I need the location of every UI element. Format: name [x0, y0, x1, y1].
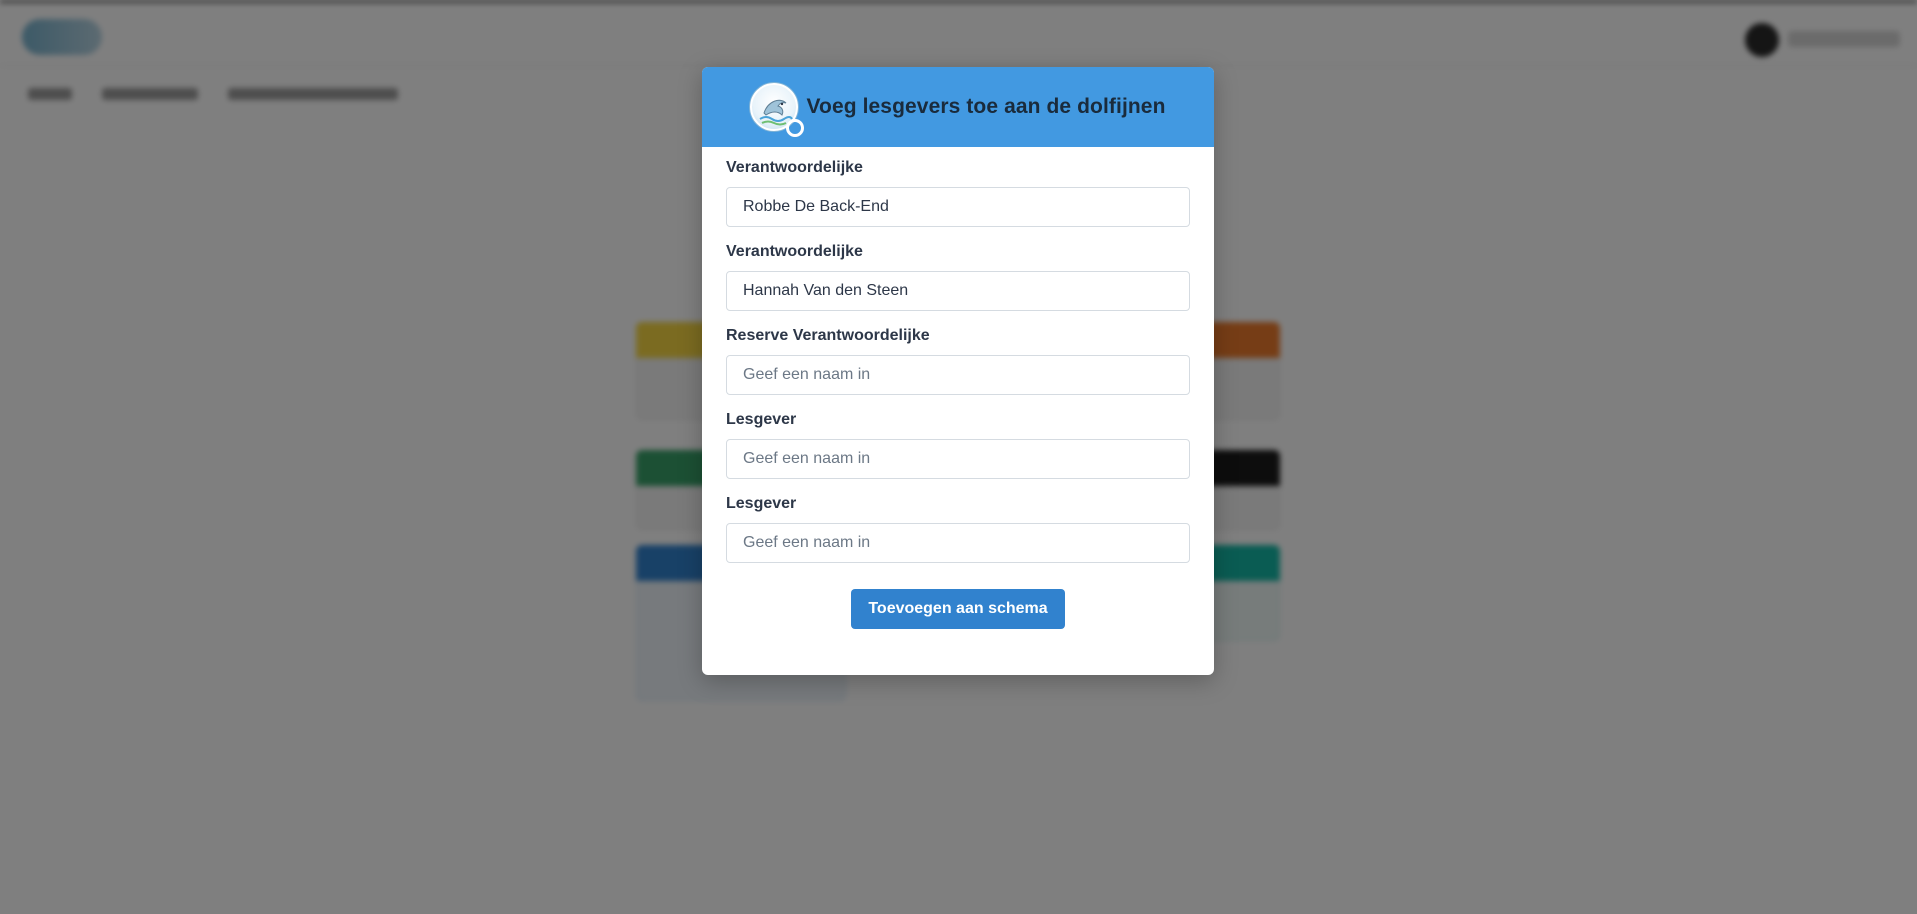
field-responsible-1: Verantwoordelijke: [726, 157, 1190, 227]
modal-header: Voeg lesgevers toe aan de dolfijnen: [702, 67, 1214, 147]
field-instructor-2: Lesgever: [726, 493, 1190, 563]
submit-row: Toevoegen aan schema: [726, 589, 1190, 629]
field-label: Lesgever: [726, 495, 797, 512]
add-instructors-modal: Voeg lesgevers toe aan de dolfijnen Vera…: [702, 67, 1214, 675]
modal-title: Voeg lesgevers toe aan de dolfijnen: [806, 95, 1166, 118]
responsible-2-input[interactable]: [726, 271, 1190, 311]
field-label: Reserve Verantwoordelijke: [726, 327, 930, 344]
instructor-1-input[interactable]: [726, 439, 1190, 479]
field-label: Lesgever: [726, 411, 797, 428]
field-label: Verantwoordelijke: [726, 243, 863, 260]
field-instructor-1: Lesgever: [726, 409, 1190, 479]
responsible-1-input[interactable]: [726, 187, 1190, 227]
logo-badge-ring: [786, 119, 805, 137]
add-to-schedule-button[interactable]: Toevoegen aan schema: [851, 589, 1065, 629]
field-label: Verantwoordelijke: [726, 159, 863, 176]
instructor-2-input[interactable]: [726, 523, 1190, 563]
modal-form: Verantwoordelijke Verantwoordelijke Rese…: [702, 147, 1214, 629]
field-reserve-responsible: Reserve Verantwoordelijke: [726, 325, 1190, 395]
dolphin-club-logo-icon: [750, 83, 805, 137]
reserve-responsible-input[interactable]: [726, 355, 1190, 395]
field-responsible-2: Verantwoordelijke: [726, 241, 1190, 311]
